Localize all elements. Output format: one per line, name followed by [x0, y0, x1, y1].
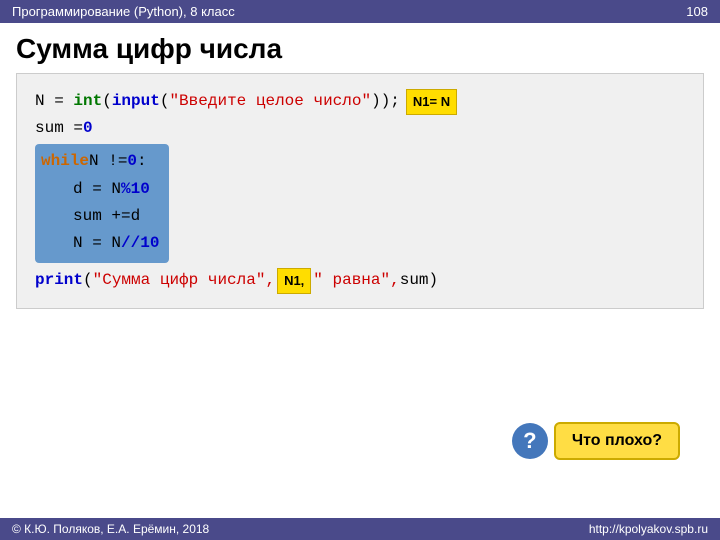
- code-n-reassign: N = N: [73, 230, 121, 257]
- code-d-var: d: [131, 203, 141, 230]
- code-sum-assign: sum =: [35, 115, 83, 142]
- page-number: 108: [686, 4, 708, 19]
- badge-n1-print: N1,: [277, 268, 311, 294]
- badge-n1: N1= N: [406, 89, 457, 115]
- code-sum-plus: sum +=: [73, 203, 131, 230]
- footer-url: http://kpolyakov.spb.ru: [589, 522, 708, 536]
- question-icon: ?: [512, 423, 548, 459]
- code-10-2: 10: [140, 230, 159, 257]
- while-colon: :: [137, 148, 147, 175]
- print-kw: print: [35, 267, 83, 294]
- print-str2: " равна",: [313, 267, 399, 294]
- code-str1: "Введите целое число": [169, 88, 371, 115]
- course-title: Программирование (Python), 8 класс: [12, 4, 235, 19]
- while-body-3: N = N // 10: [41, 230, 159, 257]
- print-str1: "Сумма цифр числа",: [93, 267, 275, 294]
- while-cond: N !=: [89, 148, 127, 175]
- code-line-2: sum = 0: [35, 115, 685, 142]
- code-d-assign: d = N: [73, 176, 121, 203]
- code-floordiv-op: //: [121, 230, 140, 257]
- code-mod-op: %: [121, 176, 131, 203]
- code-paren2: (: [160, 88, 170, 115]
- while-body-1: d = N % 10: [41, 176, 159, 203]
- header: Программирование (Python), 8 класс 108: [0, 0, 720, 23]
- print-paren: (: [83, 267, 93, 294]
- code-line-1: N = int ( input ( "Введите целое число" …: [35, 88, 685, 115]
- code-zero: 0: [83, 115, 93, 142]
- code-block: N = int ( input ( "Введите целое число" …: [16, 73, 704, 309]
- code-10-1: 10: [131, 176, 150, 203]
- code-input-func: input: [112, 88, 160, 115]
- question-bubble: Что плохо?: [554, 422, 680, 460]
- code-int-kw: int: [73, 88, 102, 115]
- footer-copyright: © К.Ю. Поляков, Е.А. Ерёмин, 2018: [12, 522, 209, 536]
- page-title: Сумма цифр числа: [0, 23, 720, 73]
- question-area: ? Что плохо?: [512, 422, 680, 460]
- while-header-line: while N != 0 :: [41, 148, 159, 175]
- print-end: sum): [400, 267, 438, 294]
- while-block: while N != 0 : d = N % 10 sum += d N = N…: [35, 144, 169, 263]
- footer: © К.Ю. Поляков, Е.А. Ерёмин, 2018 http:/…: [0, 518, 720, 540]
- while-body-2: sum += d: [41, 203, 159, 230]
- while-num: 0: [127, 148, 137, 175]
- code-n-assign: N =: [35, 88, 73, 115]
- while-kw: while: [41, 148, 89, 175]
- code-end1: )): [371, 88, 390, 115]
- code-paren1: (: [102, 88, 112, 115]
- print-line: print ( "Сумма цифр числа", N1, " равна"…: [35, 267, 685, 294]
- code-semicolon: ;: [390, 88, 400, 115]
